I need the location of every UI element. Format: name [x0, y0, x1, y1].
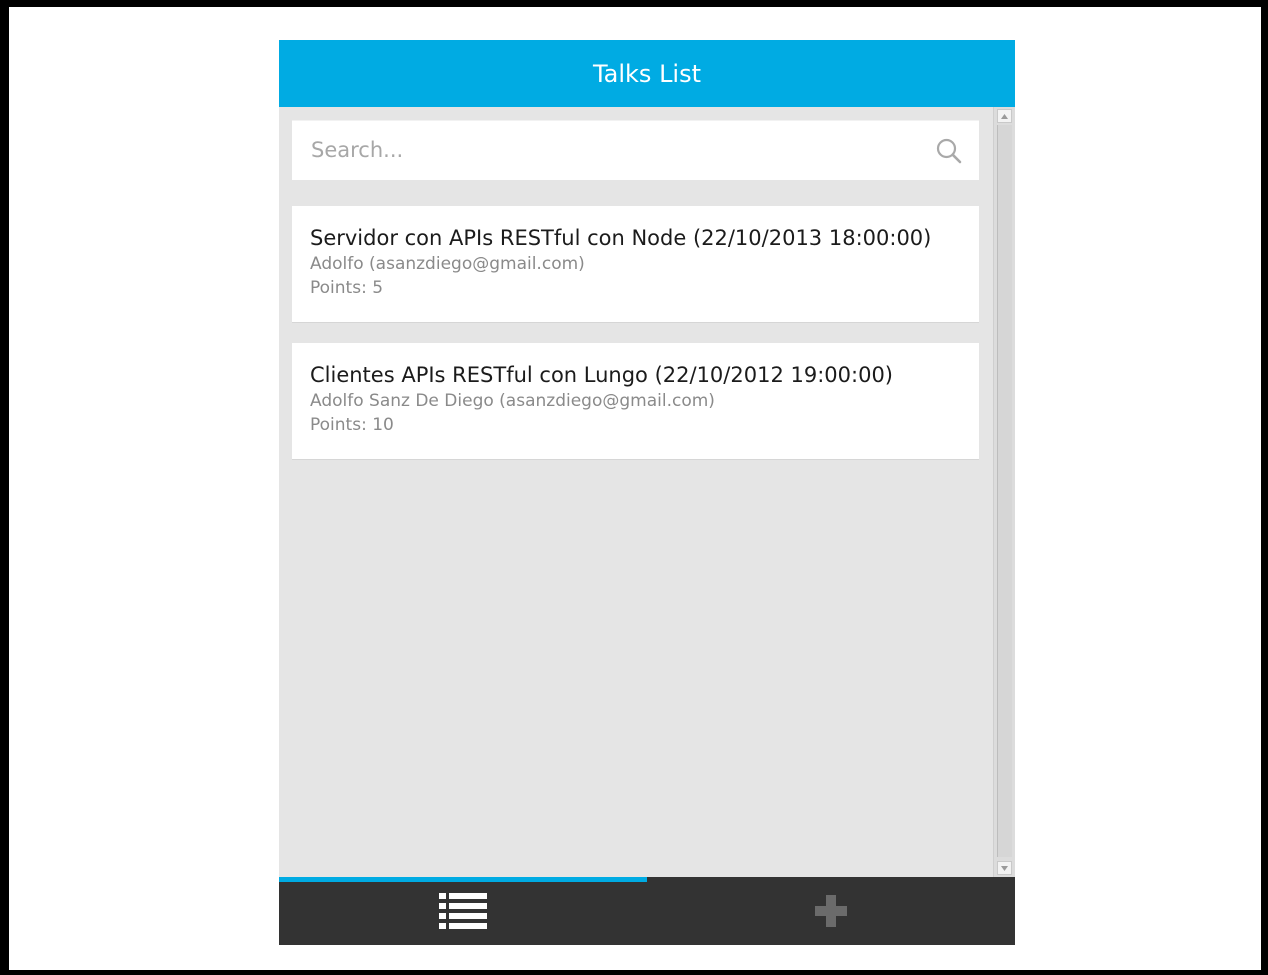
talk-points: Points: 5 — [310, 278, 384, 298]
app-container: Talks List Servidor con APIs RESTful con… — [279, 40, 1015, 945]
talk-title: Clientes APIs RESTful con Lungo (22/10/2… — [310, 363, 893, 387]
list-icon — [439, 893, 487, 929]
talk-author: Adolfo Sanz De Diego (asanzdiego@gmail.c… — [310, 391, 715, 411]
scroll-down-button[interactable] — [997, 861, 1012, 875]
plus-icon — [815, 895, 847, 927]
talk-title: Servidor con APIs RESTful con Node (22/1… — [310, 226, 932, 250]
arrow-up-icon — [1001, 113, 1008, 119]
search-input[interactable] — [292, 121, 931, 179]
bottom-tab-bar — [279, 877, 1015, 945]
search-icon[interactable] — [935, 137, 963, 165]
header-bar: Talks List — [279, 40, 1015, 107]
page-title: Talks List — [592, 59, 702, 88]
tab-add-talk[interactable] — [647, 877, 1015, 945]
tab-talks-list[interactable] — [279, 877, 647, 945]
talk-author: Adolfo (asanzdiego@gmail.com) — [310, 254, 585, 274]
talk-list-item[interactable]: Clientes APIs RESTful con Lungo (22/10/2… — [292, 343, 979, 459]
scroll-up-button[interactable] — [997, 109, 1012, 123]
talk-points: Points: 10 — [310, 415, 394, 435]
arrow-down-icon — [1001, 865, 1008, 871]
vertical-scrollbar[interactable] — [993, 107, 1015, 877]
talks-list-content: Servidor con APIs RESTful con Node (22/1… — [279, 107, 1015, 877]
talk-list-item[interactable]: Servidor con APIs RESTful con Node (22/1… — [292, 206, 979, 322]
scrollbar-thumb[interactable] — [997, 125, 1012, 857]
search-box — [292, 120, 979, 180]
